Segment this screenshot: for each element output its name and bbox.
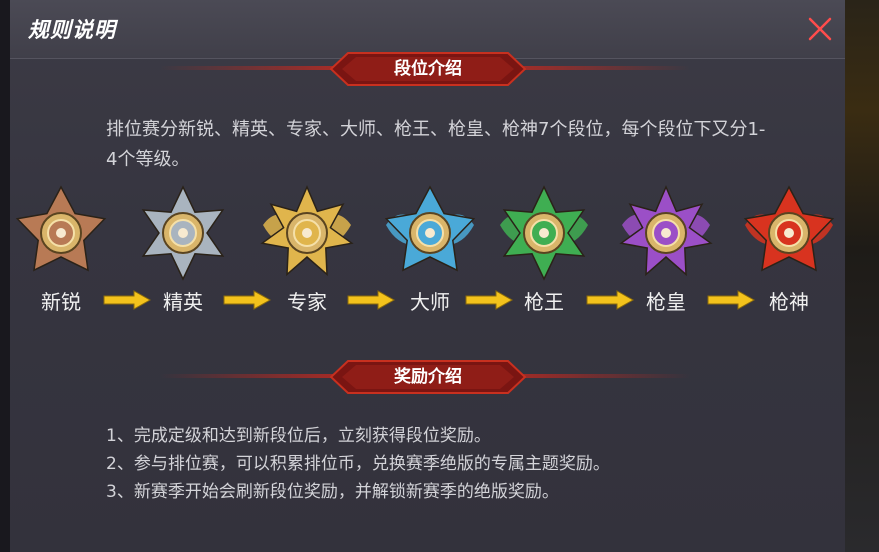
reward-section-banner: 奖励介绍 <box>10 360 845 394</box>
arrow-right-icon <box>586 290 635 310</box>
rank-label: 枪王 <box>524 290 564 314</box>
background-left <box>0 0 10 552</box>
rank-badge-icon <box>260 185 354 277</box>
rank-badge-icon <box>500 185 588 281</box>
reward-list: 1、完成定级和达到新段位后，立刻获得段位奖励。 2、参与排位赛，可以积累排位币，… <box>106 422 806 506</box>
reward-item: 1、完成定级和达到新段位后，立刻获得段位奖励。 <box>106 426 491 446</box>
rank-label: 新锐 <box>41 290 81 314</box>
rank-badge-icon <box>743 185 835 272</box>
rank-label: 大师 <box>410 290 450 314</box>
dialog-header: 规则说明 <box>10 0 845 59</box>
reward-item: 3、新赛季开始会刷新段位奖励，并解锁新赛季的绝版奖励。 <box>106 482 559 502</box>
rank-label: 枪皇 <box>646 290 686 314</box>
rank-intro-text: 排位赛分新锐、精英、专家、大师、枪王、枪皇、枪神7个段位，每个段位下又分1-4个… <box>106 119 766 170</box>
arrow-right-icon <box>223 290 272 310</box>
dialog-title: 规则说明 <box>28 18 116 42</box>
arrow-right-icon <box>707 290 756 310</box>
rank-section-banner: 段位介绍 <box>10 52 845 86</box>
rank-badge-icon <box>141 185 225 281</box>
arrow-right-icon <box>103 290 152 310</box>
rank-label: 精英 <box>163 290 203 314</box>
reward-section-title: 奖励介绍 <box>394 367 462 387</box>
reward-item: 2、参与排位赛，可以积累排位币，兑换赛季绝版的专属主题奖励。 <box>106 454 610 474</box>
rank-badge-icon <box>15 185 107 272</box>
close-icon[interactable] <box>807 16 833 42</box>
rank-section-title: 段位介绍 <box>394 59 462 79</box>
arrow-right-icon <box>465 290 514 310</box>
background-right <box>845 0 879 552</box>
rules-dialog: 规则说明 段位介绍 排位赛分新锐、精英、专家、大师、枪王、枪皇、枪神7个段位，每… <box>10 0 845 552</box>
rank-badge-icon <box>384 185 476 272</box>
rank-label: 枪神 <box>769 290 809 314</box>
rank-badge-icon <box>619 185 713 277</box>
arrow-right-icon <box>347 290 396 310</box>
rank-label: 专家 <box>287 290 327 314</box>
